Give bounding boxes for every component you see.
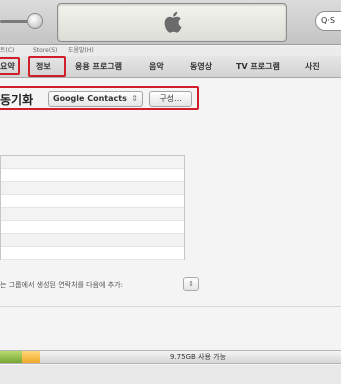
section-divider <box>0 306 341 307</box>
list-item[interactable] <box>1 169 184 182</box>
contact-group-list[interactable] <box>0 155 185 260</box>
free-space-label: 9.75GB 사용 가능 <box>170 353 227 361</box>
menu-item-controls[interactable]: 트(C) <box>0 46 14 56</box>
sync-row-highlight <box>0 86 199 110</box>
menu-item-store[interactable]: Store(S) <box>33 46 57 56</box>
list-item[interactable] <box>1 234 184 247</box>
add-contacts-group-select[interactable]: ⇕ <box>183 277 199 291</box>
info-tab-highlight <box>28 56 66 77</box>
list-item[interactable] <box>1 208 184 221</box>
tab-music[interactable]: 음악 <box>149 61 164 72</box>
menu-bar: 트(C) Store(S) 도움말(H) <box>0 46 341 56</box>
list-item[interactable] <box>1 182 184 195</box>
list-item[interactable] <box>1 221 184 234</box>
list-item[interactable] <box>1 156 184 169</box>
apple-logo-icon <box>164 11 182 33</box>
menu-item-help[interactable]: 도움말(H) <box>68 46 94 56</box>
tab-tv-shows[interactable]: TV 프로그램 <box>236 61 280 72</box>
summary-tab-highlight <box>0 57 20 75</box>
capacity-segment-green <box>0 351 22 363</box>
search-field[interactable]: Q·S <box>315 11 341 31</box>
tab-photos[interactable]: 사진 <box>305 61 320 72</box>
device-tab-bar: 요약 정보 응용 프로그램 음악 동영상 TV 프로그램 사진 <box>0 56 341 78</box>
volume-slider-knob[interactable] <box>27 13 43 29</box>
tab-applications[interactable]: 응용 프로그램 <box>75 61 122 72</box>
status-display <box>57 3 287 42</box>
add-contacts-label: 는 그룹에서 생성된 연락처를 다음에 추가: <box>0 281 123 289</box>
list-item[interactable] <box>1 247 184 260</box>
sync-contacts-row: 동기화 Google Contacts ⇕ 구성... <box>0 86 341 112</box>
bottom-bar <box>0 365 341 384</box>
capacity-bar: 9.75GB 사용 가능 <box>0 350 341 364</box>
select-arrows-icon: ⇕ <box>188 280 194 288</box>
tab-movies[interactable]: 동영상 <box>190 61 212 72</box>
title-bar: Q·S <box>0 0 341 45</box>
capacity-segment-yellow <box>22 351 40 363</box>
list-item[interactable] <box>1 195 184 208</box>
